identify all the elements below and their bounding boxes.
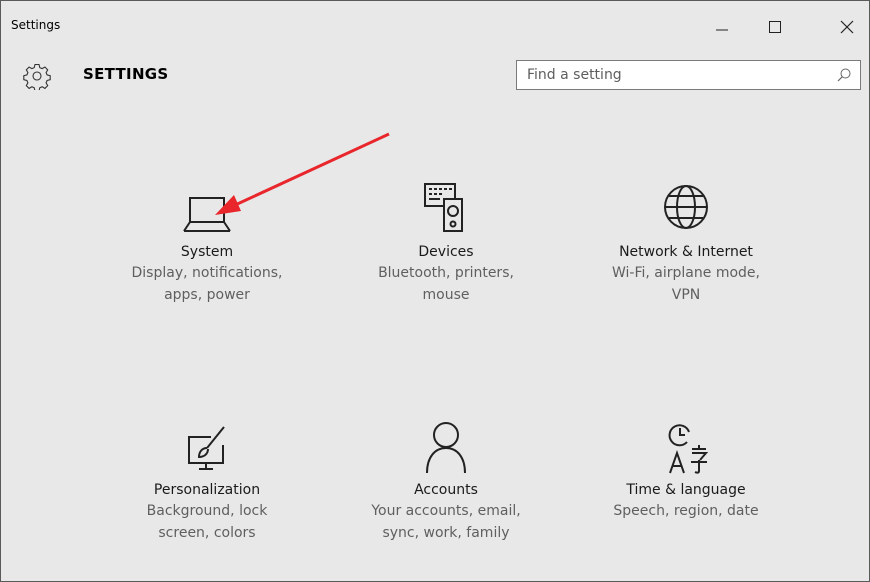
tile-accounts[interactable]: Accounts Your accounts, email, sync, wor… [336, 415, 556, 544]
search-icon[interactable] [836, 67, 852, 83]
tile-system[interactable]: System Display, notifications, apps, pow… [97, 177, 317, 306]
maximize-icon [769, 21, 781, 33]
keyboard-speaker-icon [424, 183, 463, 232]
tile-description: Display, notifications, [131, 265, 283, 281]
tile-time-language[interactable]: Time & language Speech, region, date [576, 415, 796, 522]
minimize-button[interactable] [700, 9, 744, 45]
paint-brush-icon [188, 426, 225, 470]
tile-label: Network & Internet [619, 244, 753, 260]
minimize-icon [716, 29, 728, 31]
settings-window: Settings SETTINGS Find a setting System … [0, 0, 870, 582]
tile-network-internet[interactable]: Network & Internet Wi-Fi, airplane mode,… [576, 177, 796, 306]
tile-description: apps, power [164, 287, 250, 303]
search-box[interactable] [516, 60, 861, 90]
gear-icon [23, 63, 51, 90]
tile-label: Personalization [153, 482, 261, 498]
settings-header: SETTINGS [1, 53, 869, 99]
globe-icon [664, 185, 708, 229]
tile-description: sync, work, family [382, 525, 510, 541]
person-icon [426, 422, 466, 474]
tile-label: Time & language [626, 482, 746, 498]
search-input[interactable] [517, 61, 827, 89]
tile-devices[interactable]: Devices Bluetooth, printers, mouse [336, 177, 556, 306]
tile-description: Background, lock [146, 503, 268, 519]
tile-label: Accounts [414, 482, 478, 498]
time-language-icon [668, 424, 709, 474]
laptop-icon [183, 197, 231, 232]
tile-description: VPN [671, 287, 701, 303]
tile-description: Wi-Fi, airplane mode, [612, 265, 760, 281]
close-button[interactable] [825, 9, 869, 45]
tile-description: Your accounts, email, [371, 503, 521, 519]
tile-description: Speech, region, date [613, 503, 759, 519]
tile-label: Devices [418, 244, 474, 260]
tile-description: Bluetooth, printers, [378, 265, 514, 281]
tile-label: System [180, 244, 234, 260]
tile-description: screen, colors [158, 525, 256, 541]
title-bar: Settings [1, 1, 869, 47]
close-icon [840, 20, 854, 34]
maximize-button[interactable] [753, 9, 797, 45]
page-title: SETTINGS [83, 65, 169, 83]
tile-personalization[interactable]: Personalization Background, lock screen,… [97, 415, 317, 544]
window-title: Settings [11, 18, 61, 32]
tile-description: mouse [422, 287, 470, 303]
